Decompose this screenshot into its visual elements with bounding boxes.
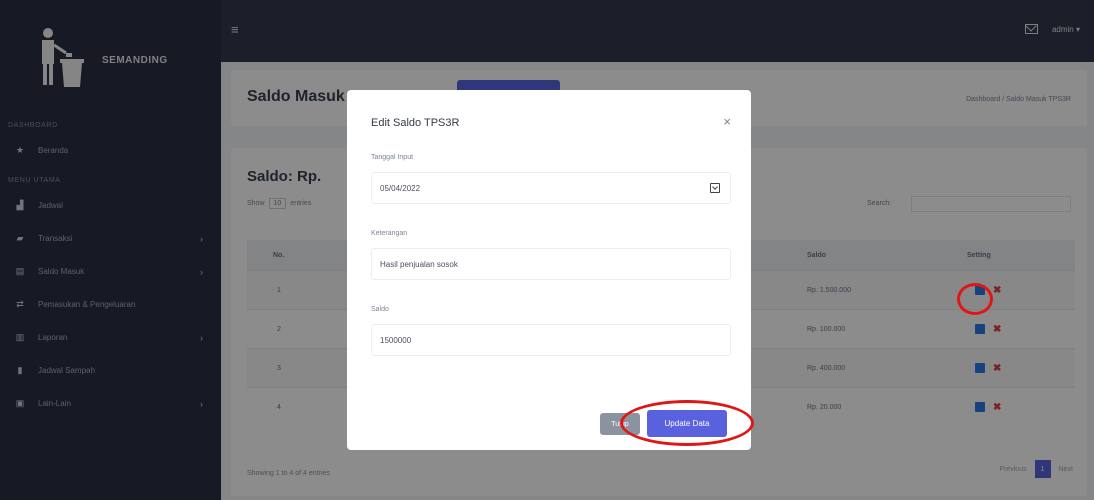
saldo-label: Saldo	[371, 306, 389, 313]
annotation-circle-update	[620, 400, 754, 446]
note-value: Hasil penjualan sosok	[380, 259, 458, 269]
note-field[interactable]: Hasil penjualan sosok	[371, 248, 731, 280]
modal-title: Edit Saldo TPS3R	[371, 117, 460, 129]
note-label: Keterangan	[371, 230, 408, 237]
date-field[interactable]: 05/04/2022	[371, 172, 731, 204]
date-value: 05/04/2022	[380, 183, 421, 193]
close-icon[interactable]: ×	[723, 114, 731, 129]
saldo-field[interactable]: 1500000	[371, 324, 731, 356]
annotation-circle-edit	[957, 283, 993, 315]
calendar-icon[interactable]	[710, 183, 720, 193]
edit-saldo-modal: Edit Saldo TPS3R × Tanggal Input 05/04/2…	[347, 90, 751, 450]
date-label: Tanggal Input	[371, 154, 414, 161]
saldo-value: 1500000	[380, 335, 412, 345]
